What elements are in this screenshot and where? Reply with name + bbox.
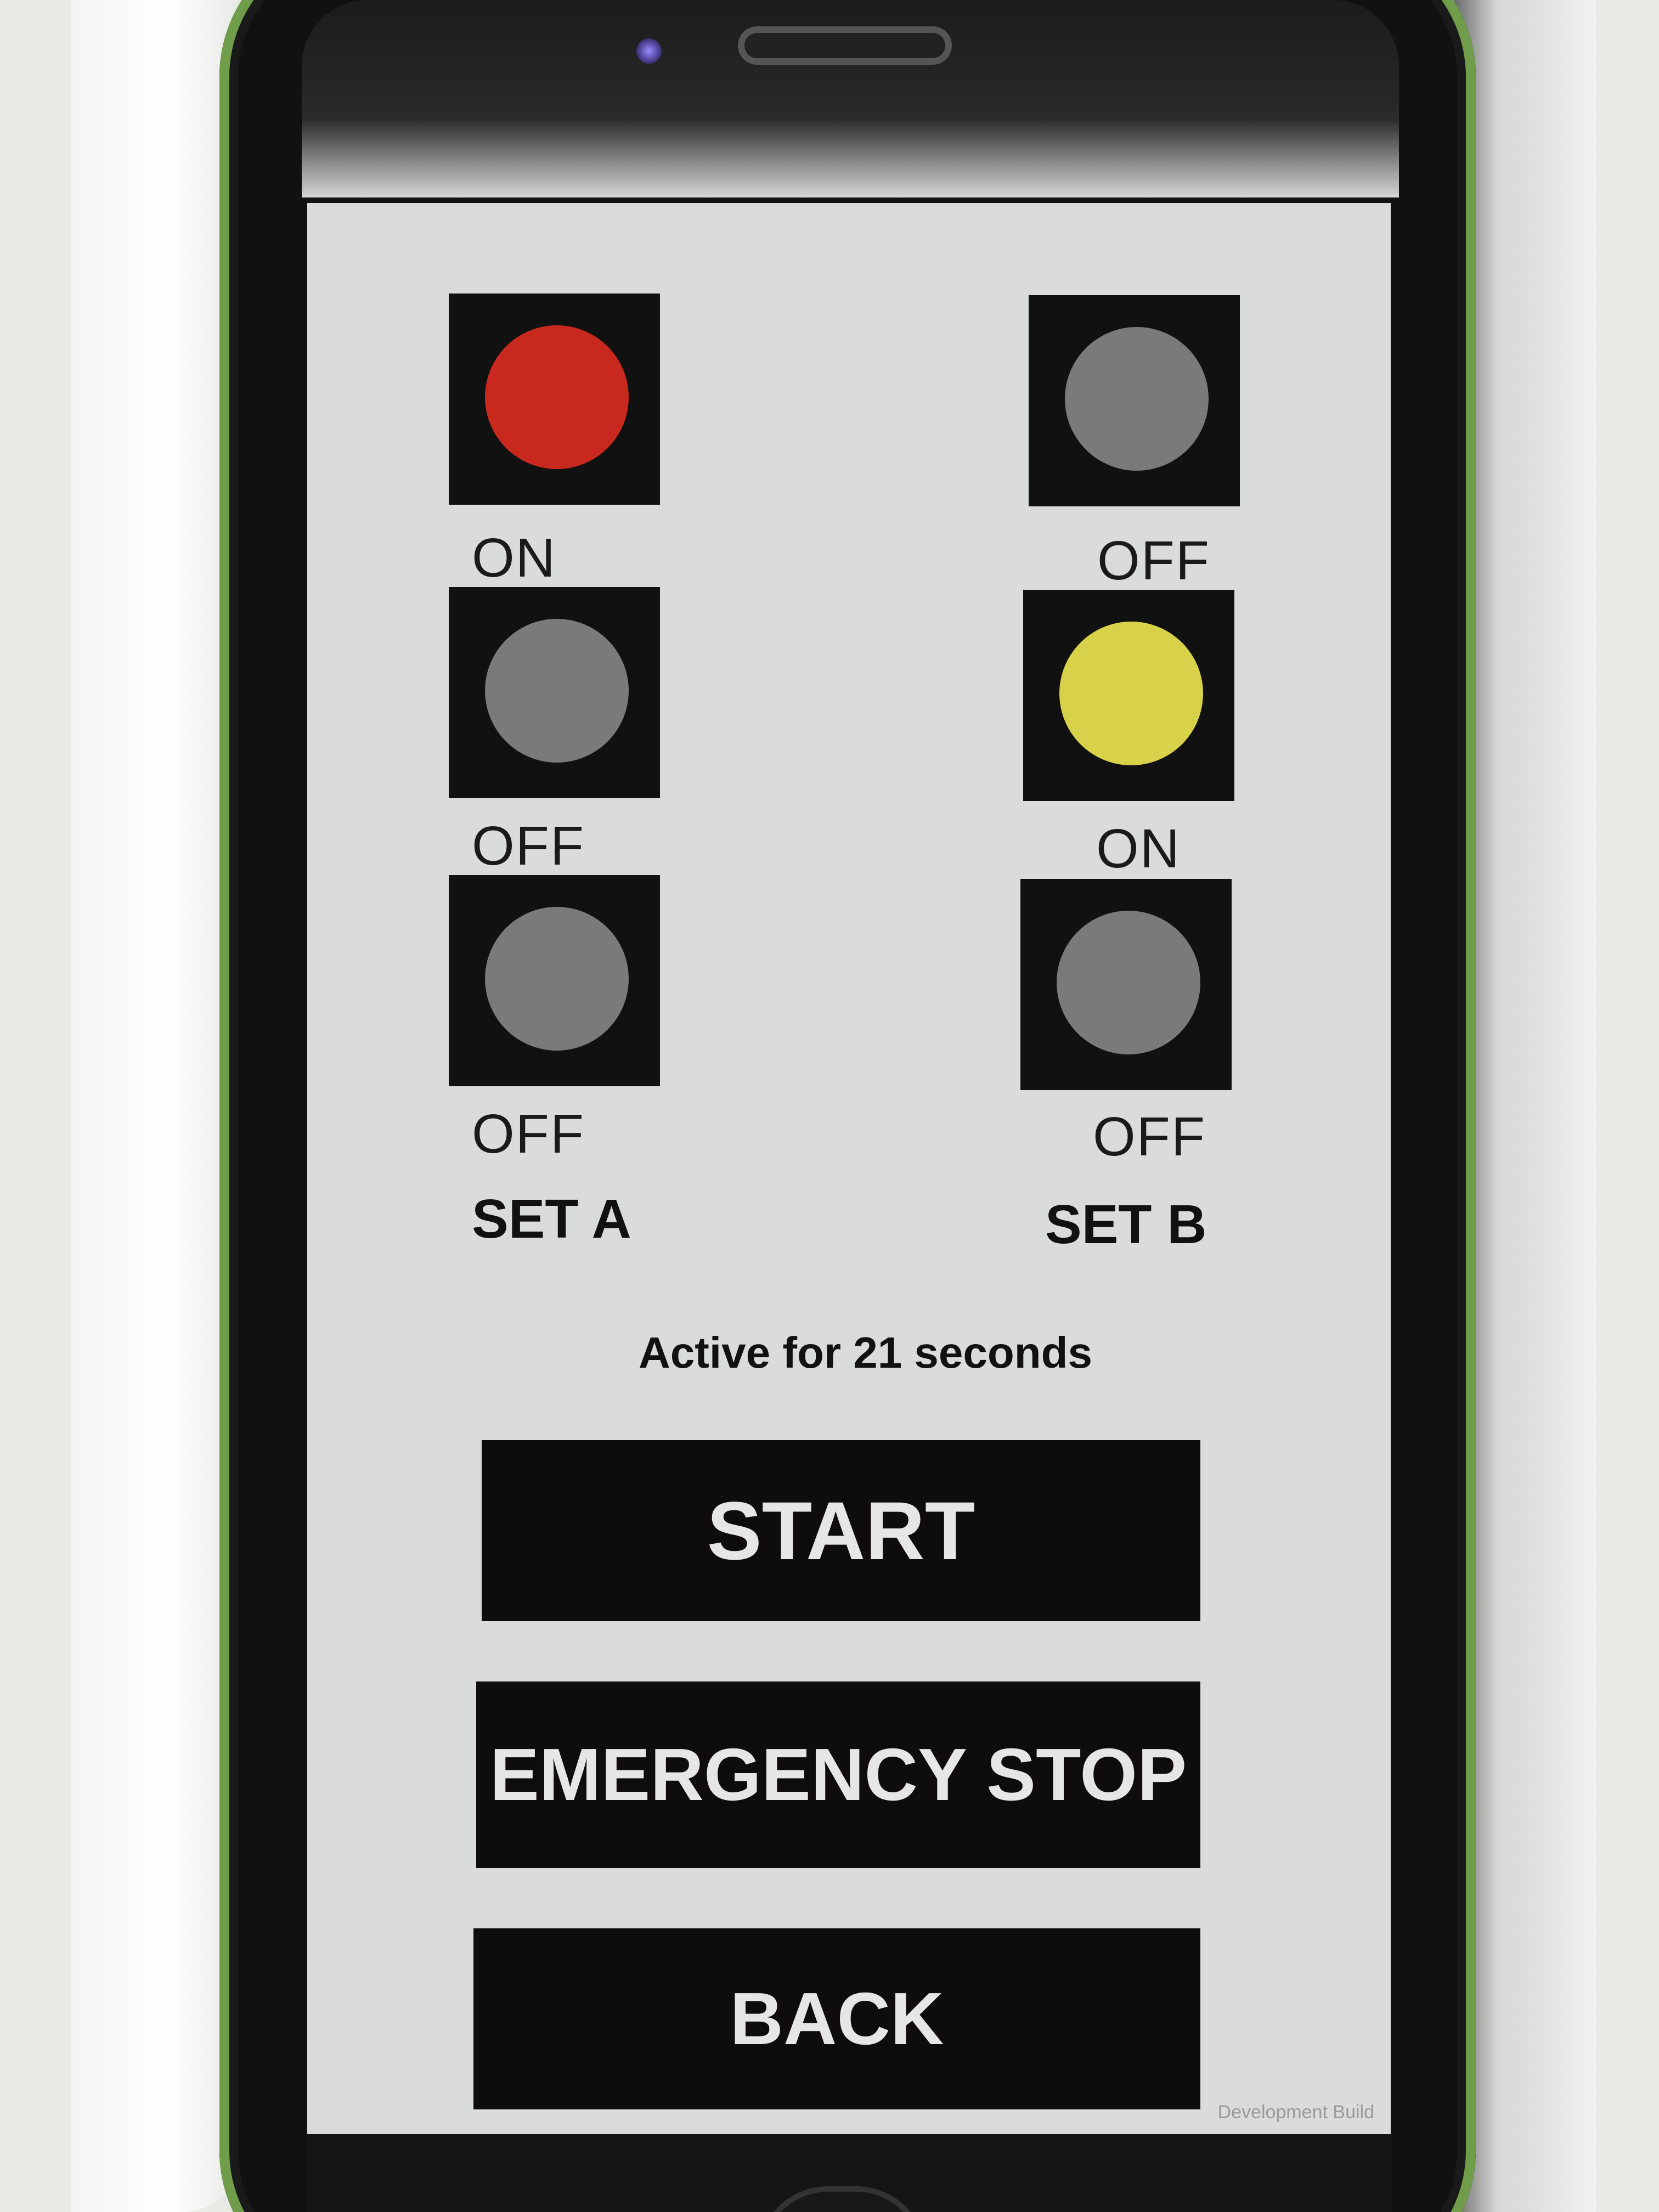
set-a-title: SET A bbox=[472, 1188, 631, 1250]
set-b-lamp-3-label: OFF bbox=[1093, 1106, 1206, 1167]
development-build-watermark: Development Build bbox=[1217, 2102, 1374, 2123]
emergency-stop-button[interactable]: EMERGENCY STOP bbox=[476, 1681, 1200, 1868]
set-b-lamp-2 bbox=[1023, 590, 1234, 801]
set-b-lamp-3-indicator bbox=[1057, 911, 1200, 1054]
active-duration-text: Active for 21 seconds bbox=[639, 1328, 1092, 1377]
set-b-lamp-1 bbox=[1029, 295, 1240, 506]
set-b-lamp-2-label: ON bbox=[1096, 818, 1181, 879]
start-button[interactable]: START bbox=[482, 1440, 1200, 1621]
front-camera bbox=[636, 38, 662, 64]
app-screen: ON OFF OFF SET A OFF ON OFF SET B Active… bbox=[307, 203, 1391, 2134]
set-a-lamp-2-indicator bbox=[485, 619, 629, 763]
set-b-lamp-1-label: OFF bbox=[1097, 530, 1210, 591]
set-b-lamp-3 bbox=[1020, 879, 1232, 1090]
set-a-lamp-3-indicator bbox=[485, 907, 629, 1051]
set-b-title: SET B bbox=[1045, 1194, 1207, 1255]
earpiece-speaker bbox=[738, 26, 952, 65]
set-b-lamp-1-indicator bbox=[1065, 327, 1209, 471]
set-b-lamp-2-indicator bbox=[1059, 622, 1203, 765]
set-a-lamp-3-label: OFF bbox=[472, 1103, 585, 1165]
photo-scene: ON OFF OFF SET A OFF ON OFF SET B Active… bbox=[0, 0, 1659, 2212]
set-a-lamp-3 bbox=[449, 875, 660, 1086]
set-a-lamp-2-label: OFF bbox=[472, 815, 585, 877]
set-a-lamp-1 bbox=[449, 294, 660, 505]
back-button[interactable]: BACK bbox=[473, 1928, 1200, 2109]
set-a-lamp-2 bbox=[449, 587, 660, 798]
set-a-lamp-1-label: ON bbox=[472, 527, 556, 589]
set-a-lamp-1-indicator bbox=[485, 325, 629, 469]
